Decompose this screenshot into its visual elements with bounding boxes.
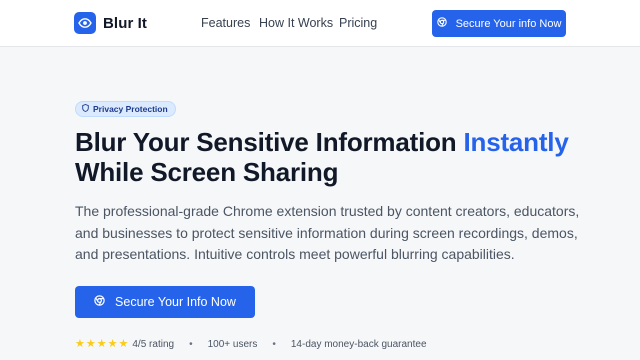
header-cta-button[interactable]: Secure Your info Now <box>432 10 566 37</box>
headline-part1: Blur Your Sensitive Information <box>75 127 464 157</box>
nav-how-it-works[interactable]: How It Works <box>259 16 333 30</box>
hero-headline: Blur Your Sensitive Information Instantl… <box>75 127 615 187</box>
star-icon: ★ <box>118 338 129 350</box>
shield-icon <box>82 104 89 114</box>
brand-name: Blur It <box>103 14 148 32</box>
social-proof: ★ ★ ★ ★ ★ 4/5 rating • 100+ users • 14-d… <box>75 339 427 351</box>
star-icon: ★ <box>107 338 118 350</box>
privacy-badge: Privacy Protection <box>75 101 176 117</box>
hero-cta-label: Secure Your Info Now <box>115 295 236 309</box>
chrome-icon <box>94 295 105 309</box>
eye-icon <box>74 12 96 34</box>
site-header: Blur It Features How It Works Pricing Se… <box>0 0 640 47</box>
star-icon: ★ <box>96 338 107 350</box>
star-rating: ★ ★ ★ ★ ★ <box>75 339 129 350</box>
header-cta-label: Secure Your info Now <box>455 17 562 30</box>
nav-features[interactable]: Features <box>201 16 250 30</box>
users-count: 100+ users <box>207 339 258 350</box>
headline-part2: While Screen Sharing <box>75 157 339 187</box>
hero-description: The professional-grade Chrome extension … <box>75 203 580 262</box>
brand-logo[interactable]: Blur It <box>74 12 147 34</box>
separator-dot: • <box>272 339 276 350</box>
star-icon: ★ <box>75 338 85 350</box>
separator-dot: • <box>189 339 193 350</box>
guarantee-text: 14-day money-back guarantee <box>290 339 427 350</box>
nav-pricing[interactable]: Pricing <box>339 16 377 30</box>
chrome-icon <box>436 17 447 30</box>
privacy-badge-label: Privacy Protection <box>93 104 168 114</box>
rating-text: 4/5 rating <box>132 339 175 350</box>
headline-accent: Instantly <box>463 127 569 157</box>
star-icon: ★ <box>85 338 96 350</box>
hero-cta-button[interactable]: Secure Your Info Now <box>75 286 255 318</box>
